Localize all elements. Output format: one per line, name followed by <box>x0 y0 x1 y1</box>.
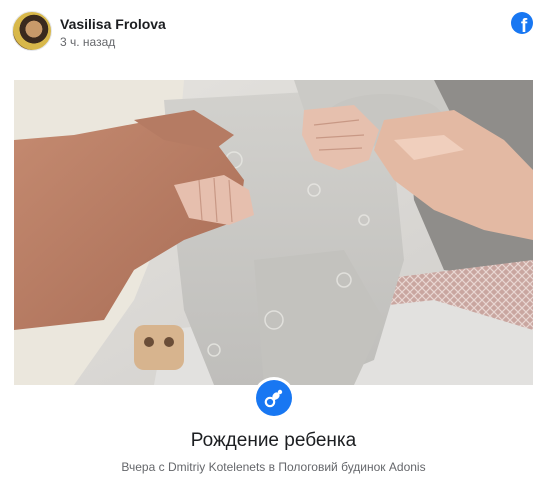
life-event-badge <box>253 377 295 419</box>
post-timestamp[interactable]: 3 ч. назад <box>60 35 115 49</box>
life-event-title[interactable]: Рождение ребенка <box>0 430 547 452</box>
post-card: Vasilisa Frolova 3 ч. назад f Рождение р… <box>0 0 547 485</box>
life-event-subtitle: Вчера с Dmitriy Kotelenets в Пологовий б… <box>121 460 426 474</box>
baby-pacifier-icon <box>256 380 292 416</box>
author-name[interactable]: Vasilisa Frolova <box>60 16 166 32</box>
author-avatar[interactable] <box>12 11 52 51</box>
baby-hands-photo <box>14 80 533 385</box>
facebook-logo-glyph: f <box>520 16 528 34</box>
facebook-logo-icon[interactable]: f <box>511 12 533 34</box>
post-header: Vasilisa Frolova 3 ч. назад f <box>12 11 533 53</box>
post-photo[interactable] <box>14 80 533 385</box>
